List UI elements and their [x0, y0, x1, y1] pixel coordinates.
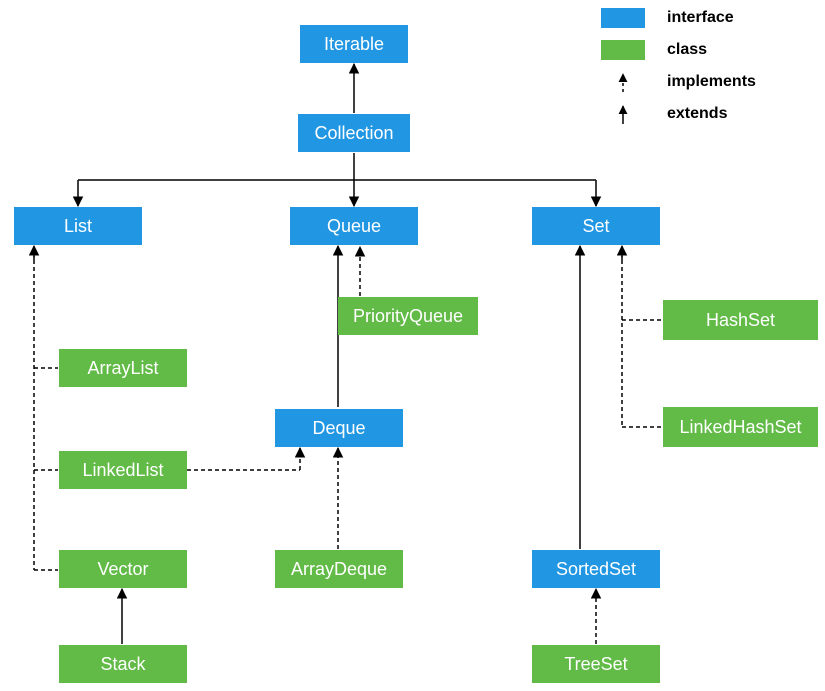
- node-label: Vector: [97, 559, 148, 580]
- node-label: Iterable: [324, 34, 384, 55]
- node-label: List: [64, 216, 92, 237]
- legend-line-implements: [601, 72, 645, 92]
- node-label: Queue: [327, 216, 381, 237]
- legend-row-interface: interface: [601, 5, 756, 31]
- node-label: Collection: [314, 123, 393, 144]
- legend-swatch-class: [601, 40, 645, 60]
- legend-row-implements: implements: [601, 69, 756, 95]
- node-label: SortedSet: [556, 559, 636, 580]
- node-arraylist: ArrayList: [59, 349, 187, 387]
- legend-row-class: class: [601, 37, 756, 63]
- node-priorityqueue: PriorityQueue: [338, 297, 478, 335]
- node-label: Set: [582, 216, 609, 237]
- node-label: Stack: [100, 654, 145, 675]
- legend-label-class: class: [667, 41, 707, 59]
- node-set: Set: [532, 207, 660, 245]
- node-queue: Queue: [290, 207, 418, 245]
- node-treeset: TreeSet: [532, 645, 660, 683]
- legend-row-extends: extends: [601, 101, 756, 127]
- node-arraydeque: ArrayDeque: [275, 550, 403, 588]
- node-sortedset: SortedSet: [532, 550, 660, 588]
- node-label: TreeSet: [564, 654, 627, 675]
- legend-label-implements: implements: [667, 73, 756, 91]
- node-label: LinkedList: [82, 460, 163, 481]
- legend: interface class implements extends: [601, 5, 756, 133]
- node-label: PriorityQueue: [353, 306, 463, 327]
- node-list: List: [14, 207, 142, 245]
- node-collection: Collection: [298, 114, 410, 152]
- diagram-canvas: Iterable Collection List Queue Set Prior…: [0, 0, 825, 691]
- node-label: LinkedHashSet: [679, 417, 801, 438]
- node-label: HashSet: [706, 310, 775, 331]
- legend-label-interface: interface: [667, 9, 734, 27]
- node-deque: Deque: [275, 409, 403, 447]
- legend-swatch-interface: [601, 8, 645, 28]
- node-label: ArrayList: [87, 358, 158, 379]
- node-hashset: HashSet: [663, 300, 818, 340]
- node-vector: Vector: [59, 550, 187, 588]
- node-stack: Stack: [59, 645, 187, 683]
- node-linkedlist: LinkedList: [59, 451, 187, 489]
- node-iterable: Iterable: [300, 25, 408, 63]
- node-label: Deque: [312, 418, 365, 439]
- legend-label-extends: extends: [667, 105, 727, 123]
- legend-line-extends: [601, 104, 645, 124]
- node-linkedhashset: LinkedHashSet: [663, 407, 818, 447]
- node-label: ArrayDeque: [291, 559, 387, 580]
